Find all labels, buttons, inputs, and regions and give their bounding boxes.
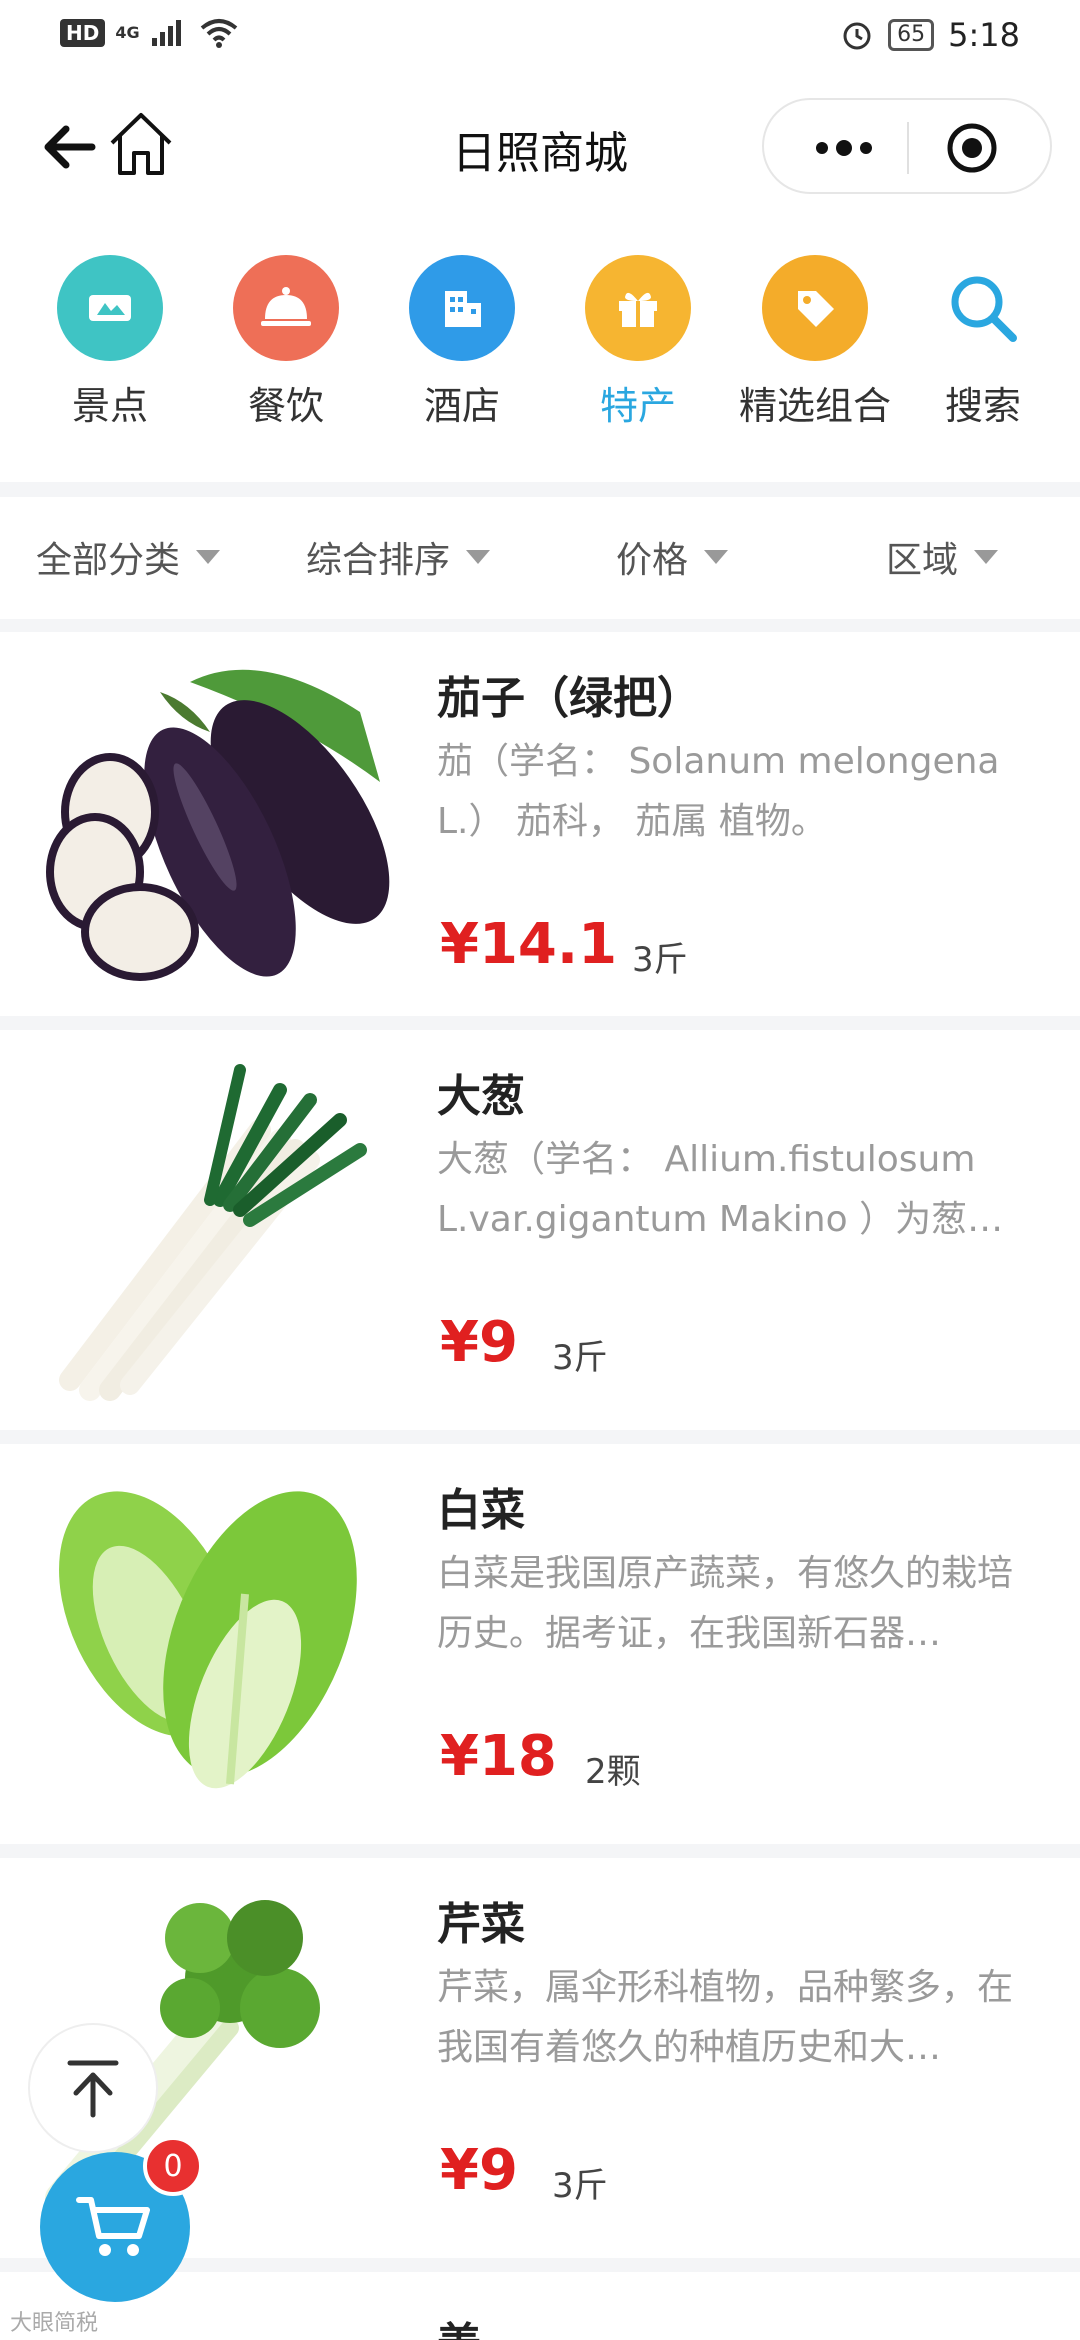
search-icon bbox=[930, 255, 1036, 361]
filter-sort[interactable]: 综合排序 bbox=[306, 531, 491, 583]
category-label: 景点 bbox=[71, 384, 148, 428]
alarm-icon bbox=[843, 22, 871, 50]
mini-program-capsule bbox=[762, 98, 1052, 194]
product-name: 姜 bbox=[437, 2308, 481, 2340]
product-unit: 3斤 bbox=[552, 2166, 608, 2206]
product-card[interactable]: 茄子（绿把） 茄（学名： Solanum melongena L.） 茄科， 茄… bbox=[0, 632, 1080, 1016]
category-combo[interactable]: 精选组合 bbox=[730, 255, 900, 430]
status-left: HD 4G bbox=[60, 18, 238, 48]
caret-down-icon bbox=[974, 550, 999, 564]
category-label: 餐饮 bbox=[247, 384, 324, 428]
cart-icon bbox=[76, 2197, 150, 2256]
hd-indicator: HD bbox=[60, 19, 106, 47]
signal-icon bbox=[151, 20, 181, 46]
product-card[interactable]: 大葱 大葱（学名： Allium.fistulosum L.var.gigant… bbox=[0, 1030, 1080, 1430]
category-label: 酒店 bbox=[423, 384, 500, 428]
product-name: 芹菜 bbox=[437, 1899, 525, 1950]
category-search[interactable]: 搜索 bbox=[898, 255, 1068, 430]
tag-icon bbox=[762, 255, 868, 361]
arrow-up-icon bbox=[67, 2060, 119, 2118]
product-desc: 白菜是我国原产蔬菜，有悠久的栽培历史。据考证，在我国新石器… bbox=[437, 1553, 1014, 1654]
more-button[interactable] bbox=[804, 120, 884, 176]
building-icon bbox=[409, 255, 515, 361]
ticket-icon bbox=[57, 255, 163, 361]
cart-count-badge: 0 bbox=[143, 2136, 203, 2196]
product-price: ¥18 bbox=[440, 1724, 557, 1789]
status-bar: HD 4G 65 5:18 bbox=[0, 0, 1080, 75]
status-right: 65 5:18 bbox=[840, 16, 1020, 54]
product-name: 茄子（绿把） bbox=[437, 673, 701, 724]
product-image-eggplant bbox=[40, 652, 390, 1012]
capsule-divider bbox=[907, 122, 909, 174]
category-scenic[interactable]: 景点 bbox=[25, 255, 195, 430]
product-price: ¥9 bbox=[440, 2138, 518, 2203]
dish-icon bbox=[233, 255, 339, 361]
caret-down-icon bbox=[196, 550, 221, 564]
target-icon bbox=[947, 123, 997, 173]
clock: 5:18 bbox=[948, 16, 1020, 54]
filter-label: 全部分类 bbox=[36, 540, 181, 581]
filter-category[interactable]: 全部分类 bbox=[36, 531, 221, 583]
network-indicator: 4G bbox=[115, 23, 140, 42]
wifi-icon bbox=[200, 19, 237, 48]
product-image-scallion bbox=[40, 1050, 390, 1410]
product-unit: 3斤 bbox=[632, 940, 688, 980]
product-desc: 大葱（学名： Allium.fistulosum L.var.gigantum … bbox=[437, 1139, 1004, 1240]
filter-label: 综合排序 bbox=[306, 540, 451, 581]
product-name: 白菜 bbox=[437, 1485, 525, 1536]
filter-label: 区域 bbox=[886, 540, 959, 581]
product-unit: 3斤 bbox=[552, 1338, 608, 1378]
caret-down-icon bbox=[704, 550, 729, 564]
product-unit: 2颗 bbox=[585, 1752, 641, 1792]
product-name: 大葱 bbox=[437, 1071, 525, 1122]
product-price: ¥14.1 bbox=[440, 912, 618, 977]
battery-indicator: 65 bbox=[888, 19, 935, 51]
product-desc: 芹菜，属伞形科植物，品种繁多，在我国有着悠久的种植历史和大… bbox=[437, 1967, 1014, 2068]
category-food[interactable]: 餐饮 bbox=[201, 255, 371, 430]
category-label: 精选组合 bbox=[738, 384, 891, 428]
category-label: 搜索 bbox=[944, 384, 1021, 428]
category-label: 特产 bbox=[599, 384, 676, 428]
close-mini-program-button[interactable] bbox=[942, 120, 1002, 176]
nav-header: 日照商城 bbox=[0, 75, 1080, 220]
category-hotel[interactable]: 酒店 bbox=[377, 255, 547, 430]
filter-price[interactable]: 价格 bbox=[616, 531, 729, 583]
category-bar: 景点 餐饮 酒店 特产 精选组合 搜索 bbox=[0, 220, 1080, 482]
caret-down-icon bbox=[466, 550, 491, 564]
product-price: ¥9 bbox=[440, 1310, 518, 1375]
product-desc: 茄（学名： Solanum melongena L.） 茄科， 茄属 植物。 bbox=[437, 741, 1000, 842]
product-card[interactable]: 白菜 白菜是我国原产蔬菜，有悠久的栽培历史。据考证，在我国新石器… ¥18 2颗 bbox=[0, 1444, 1080, 1844]
filter-bar: 全部分类 综合排序 价格 区域 bbox=[0, 497, 1080, 619]
back-to-top-button[interactable] bbox=[28, 2023, 158, 2153]
more-dots-icon bbox=[816, 140, 872, 156]
watermark: 大眼简税 bbox=[10, 2311, 99, 2336]
filter-area[interactable]: 区域 bbox=[886, 531, 999, 583]
category-specialty[interactable]: 特产 bbox=[553, 255, 723, 430]
product-image-cabbage bbox=[40, 1464, 390, 1824]
filter-label: 价格 bbox=[616, 540, 689, 581]
gift-icon bbox=[585, 255, 691, 361]
